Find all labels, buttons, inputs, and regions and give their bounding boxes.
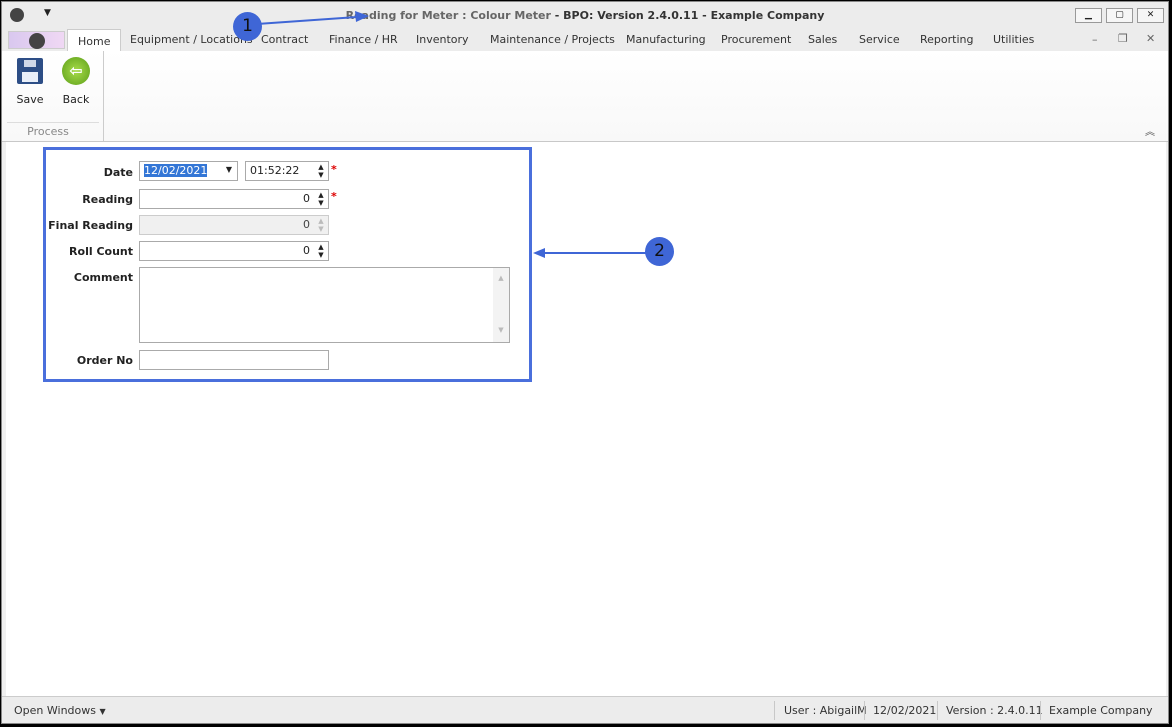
status-user: User : AbigailM: [784, 704, 867, 717]
callout-2: 2: [645, 237, 674, 266]
back-arrow-icon: ⇦: [62, 57, 90, 85]
roll-count-input[interactable]: 0 ▲ ▼: [139, 241, 329, 261]
required-marker: *: [331, 190, 337, 203]
spin-buttons-icon: ▲ ▼: [318, 217, 324, 233]
tab-inventory[interactable]: Inventory: [416, 33, 469, 46]
tab-home[interactable]: Home: [67, 29, 122, 52]
tab-equipment-locations[interactable]: Equipment / Locations: [130, 33, 253, 46]
close-button[interactable]: ✕: [1137, 8, 1164, 23]
tab-reporting[interactable]: Reporting: [920, 33, 973, 46]
back-label: Back: [62, 93, 90, 106]
status-company: Example Company: [1049, 704, 1153, 717]
spin-buttons-icon[interactable]: ▲ ▼: [316, 243, 326, 259]
comment-textarea[interactable]: ▲ ▼: [139, 267, 510, 343]
tab-sales[interactable]: Sales: [808, 33, 837, 46]
tab-utilities[interactable]: Utilities: [993, 33, 1034, 46]
required-marker: *: [331, 163, 337, 176]
minimize-button[interactable]: ▁: [1075, 8, 1102, 23]
mdi-minimize-icon[interactable]: –: [1092, 33, 1098, 46]
comment-label: Comment: [73, 271, 133, 284]
date-label: Date: [103, 166, 133, 179]
callout-1: 1: [233, 12, 262, 41]
open-windows-menu[interactable]: Open Windows ▼: [14, 704, 106, 717]
application-menu-button[interactable]: [8, 31, 65, 49]
mdi-close-icon[interactable]: ✕: [1146, 32, 1155, 45]
save-label: Save: [16, 93, 44, 106]
final-reading-label: Final Reading: [48, 219, 133, 232]
spin-buttons-icon[interactable]: ▲ ▼: [316, 163, 326, 179]
scrollbar[interactable]: ▲ ▼: [493, 268, 509, 342]
maximize-button[interactable]: ▢: [1106, 8, 1133, 23]
form-area: Date 12/02/2021 ▼ 01:52:22 ▲ ▼ * Reading 0 ▲…: [6, 142, 1166, 696]
title-bar: ▼ Reading for Meter : Colour Meter - BPO…: [2, 2, 1168, 29]
status-version: Version : 2.4.0.11: [946, 704, 1043, 717]
spin-buttons-icon[interactable]: ▲ ▼: [316, 191, 326, 207]
roll-count-label: Roll Count: [69, 245, 133, 258]
app-logo-icon: [28, 33, 45, 49]
tab-manufacturing[interactable]: Manufacturing: [626, 33, 706, 46]
highlight-box: [43, 147, 532, 382]
callout-2-arrow: [533, 248, 656, 258]
ribbon-tabs: Home Equipment / Locations Contract Fina…: [2, 29, 1168, 52]
date-picker[interactable]: 12/02/2021 ▼: [139, 161, 238, 181]
chevron-down-icon: ▼: [99, 707, 106, 716]
tab-contract[interactable]: Contract: [261, 33, 308, 46]
callout-1-arrow: [257, 11, 369, 25]
final-reading-input: 0 ▲ ▼: [139, 215, 329, 235]
tab-maintenance-projects[interactable]: Maintenance / Projects: [490, 33, 615, 46]
window-title: Reading for Meter : Colour Meter - BPO: …: [345, 9, 825, 22]
tab-finance-hr[interactable]: Finance / HR: [329, 33, 398, 46]
tab-service[interactable]: Service: [859, 33, 900, 46]
reading-input[interactable]: 0 ▲ ▼: [139, 189, 329, 209]
tab-procurement[interactable]: Procurement: [721, 33, 791, 46]
reading-label: Reading: [82, 193, 133, 206]
order-no-label: Order No: [76, 354, 133, 367]
ribbon: Save ⇦ Back Process ︽: [2, 51, 1168, 142]
status-bar: Open Windows ▼ User : AbigailM 12/02/202…: [2, 696, 1168, 723]
save-button[interactable]: Save: [10, 56, 50, 106]
back-button[interactable]: ⇦ Back: [56, 56, 96, 106]
ribbon-group-process: Process: [27, 125, 69, 138]
collapse-ribbon-icon[interactable]: ︽: [1145, 123, 1155, 138]
order-no-input[interactable]: [139, 350, 329, 370]
mdi-restore-icon[interactable]: ❐: [1118, 32, 1128, 45]
floppy-disk-icon: [17, 58, 43, 84]
chevron-down-icon[interactable]: ▼: [226, 165, 232, 174]
status-date: 12/02/2021: [873, 704, 937, 717]
time-input[interactable]: 01:52:22 ▲ ▼: [245, 161, 329, 181]
app-window: ▼ Reading for Meter : Colour Meter - BPO…: [1, 1, 1169, 724]
